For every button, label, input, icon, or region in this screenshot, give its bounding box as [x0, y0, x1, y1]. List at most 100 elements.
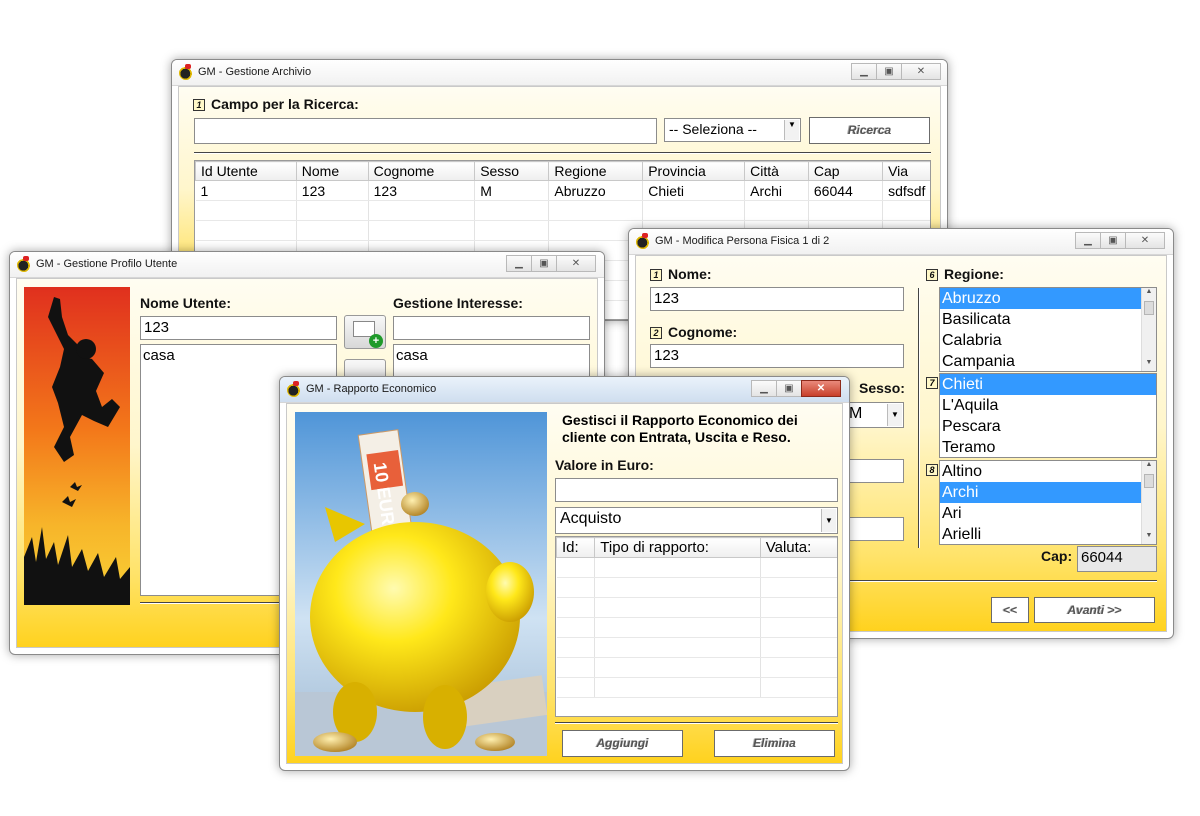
- close-button[interactable]: ✕: [801, 380, 841, 397]
- username-input[interactable]: 123: [140, 316, 337, 340]
- next-button[interactable]: Avanti >>: [1034, 597, 1155, 623]
- list-item[interactable]: Abruzzo: [940, 288, 1156, 309]
- maximize-button[interactable]: ▣: [876, 63, 902, 80]
- cap-input[interactable]: 66044: [1077, 546, 1157, 572]
- column-header[interactable]: Valuta:: [759, 537, 837, 558]
- back-button[interactable]: <<: [991, 597, 1029, 623]
- economic-window: GM - Rapporto Economico ▁ ▣ ✕ 10 EURO Ge…: [279, 376, 850, 771]
- minimize-button[interactable]: ▁: [751, 380, 777, 397]
- app-logo-icon: [17, 256, 31, 272]
- username-label: Nome Utente:: [140, 295, 232, 311]
- list-item[interactable]: Campania: [940, 351, 1156, 371]
- empty-row: [556, 677, 837, 698]
- search-button[interactable]: Ricerca: [809, 117, 930, 144]
- column-header[interactable]: Via: [882, 161, 930, 181]
- app-logo-icon: [636, 233, 650, 249]
- column-header[interactable]: Cognome: [367, 161, 476, 181]
- column-header[interactable]: Sesso: [474, 161, 550, 181]
- table-cell: 66044: [808, 180, 884, 201]
- table-row[interactable]: 1 123 123 M Abruzzo Chieti Archi 66044 sdfsdf: [195, 180, 930, 201]
- list-item[interactable]: Basilicata: [940, 309, 1156, 330]
- regione-list[interactable]: Abruzzo Basilicata Calabria Campania ▲ ▼: [939, 287, 1157, 372]
- nome-input[interactable]: 123: [650, 287, 904, 311]
- list-item[interactable]: casa: [141, 345, 336, 366]
- economic-titlebar[interactable]: GM - Rapporto Economico ▁ ▣ ✕: [280, 377, 849, 403]
- maximize-button[interactable]: ▣: [531, 255, 557, 272]
- empty-row: [195, 200, 930, 221]
- economic-window-title: GM - Rapporto Economico: [306, 383, 437, 395]
- regione-label: 6 Regione:: [926, 266, 1004, 282]
- add-button[interactable]: Aggiungi: [562, 730, 683, 757]
- column-header[interactable]: Regione: [548, 161, 644, 181]
- archive-window-title: GM - Gestione Archivio: [198, 66, 312, 78]
- column-header[interactable]: Città: [744, 161, 809, 181]
- scrollbar[interactable]: ▲ ▼: [1141, 461, 1156, 544]
- chevron-down-icon[interactable]: ▼: [821, 509, 836, 532]
- table-cell: 123: [368, 180, 476, 201]
- scrollbar[interactable]: ▲ ▼: [1141, 288, 1156, 371]
- citta-list[interactable]: Altino Archi Ari Arielli ▲ ▼: [939, 460, 1157, 545]
- close-button[interactable]: ✕: [901, 63, 941, 80]
- table-cell: M: [474, 180, 550, 201]
- vertical-divider: [918, 288, 920, 548]
- minimize-button[interactable]: ▁: [851, 63, 877, 80]
- minimize-button[interactable]: ▁: [1075, 232, 1101, 249]
- delete-button[interactable]: Elimina: [714, 730, 835, 757]
- extra-field-1[interactable]: [844, 459, 904, 483]
- column-header[interactable]: Id:: [556, 537, 596, 558]
- extra-field-2[interactable]: [844, 517, 904, 541]
- relation-type-value: Acquisto: [560, 510, 622, 527]
- relations-grid: Id: Tipo di rapporto: Valuta:: [555, 536, 838, 717]
- column-header[interactable]: Provincia: [642, 161, 746, 181]
- list-item[interactable]: Calabria: [940, 330, 1156, 351]
- app-logo-icon: [287, 381, 301, 397]
- minimize-button[interactable]: ▁: [506, 255, 532, 272]
- list-item[interactable]: Arielli: [940, 524, 1156, 544]
- search-field-label: 1 Campo per la Ricerca:: [193, 96, 359, 112]
- column-header[interactable]: Id Utente: [195, 161, 297, 181]
- list-item[interactable]: Teramo: [940, 437, 1156, 457]
- maximize-button[interactable]: ▣: [776, 380, 802, 397]
- person-window-title: GM - Modifica Persona Fisica 1 di 2: [655, 235, 830, 247]
- value-label: Valore in Euro:: [555, 457, 654, 473]
- table-cell: Chieti: [642, 180, 746, 201]
- search-input[interactable]: [194, 118, 657, 144]
- column-header[interactable]: Nome: [295, 161, 369, 181]
- search-filter-select[interactable]: -- Seleziona -- ▼: [664, 118, 801, 142]
- list-item[interactable]: Ari: [940, 503, 1156, 524]
- person-titlebar[interactable]: GM - Modifica Persona Fisica 1 di 2 ▁ ▣ …: [629, 229, 1173, 255]
- value-input[interactable]: [555, 478, 838, 502]
- column-header[interactable]: Tipo di rapporto:: [594, 537, 761, 558]
- field-number-badge: 1: [650, 269, 662, 281]
- list-item[interactable]: Chieti: [940, 374, 1156, 395]
- field-number-badge: 2: [650, 327, 662, 339]
- list-item[interactable]: Pescara: [940, 416, 1156, 437]
- table-header-row: Id: Tipo di rapporto: Valuta:: [556, 537, 837, 558]
- interests-label: Gestione Interesse:: [393, 295, 523, 311]
- list-item[interactable]: L'Aquila: [940, 395, 1156, 416]
- column-header[interactable]: Cap: [807, 161, 884, 181]
- interest-input[interactable]: [393, 316, 590, 340]
- cognome-input[interactable]: 123: [650, 344, 904, 368]
- list-item[interactable]: casa: [394, 345, 589, 366]
- field-number-badge: 1: [193, 99, 205, 111]
- table-header-row: Id Utente Nome Cognome Sesso Regione Provinci…: [195, 161, 930, 181]
- list-item[interactable]: Altino: [940, 461, 1156, 482]
- empty-row: [556, 557, 837, 578]
- table-cell: sdfsdf: [882, 180, 930, 201]
- add-user-card-icon[interactable]: +: [344, 315, 386, 349]
- empty-row: [556, 577, 837, 598]
- close-button[interactable]: ✕: [556, 255, 596, 272]
- chevron-down-icon[interactable]: ▼: [784, 120, 799, 140]
- relation-type-select[interactable]: Acquisto ▼: [555, 507, 838, 534]
- economic-heading: Gestisci il Rapporto Economico dei clien…: [562, 412, 798, 445]
- profile-titlebar[interactable]: GM - Gestione Profilo Utente ▁ ▣ ✕: [10, 252, 604, 278]
- empty-row: [556, 597, 837, 618]
- sesso-select[interactable]: M ▼: [844, 402, 904, 428]
- chevron-down-icon[interactable]: ▼: [887, 404, 902, 426]
- list-item[interactable]: Archi: [940, 482, 1156, 503]
- maximize-button[interactable]: ▣: [1100, 232, 1126, 249]
- close-button[interactable]: ✕: [1125, 232, 1165, 249]
- archive-titlebar[interactable]: GM - Gestione Archivio ▁ ▣ ✕: [172, 60, 947, 86]
- provincia-list[interactable]: Chieti L'Aquila Pescara Teramo: [939, 373, 1157, 458]
